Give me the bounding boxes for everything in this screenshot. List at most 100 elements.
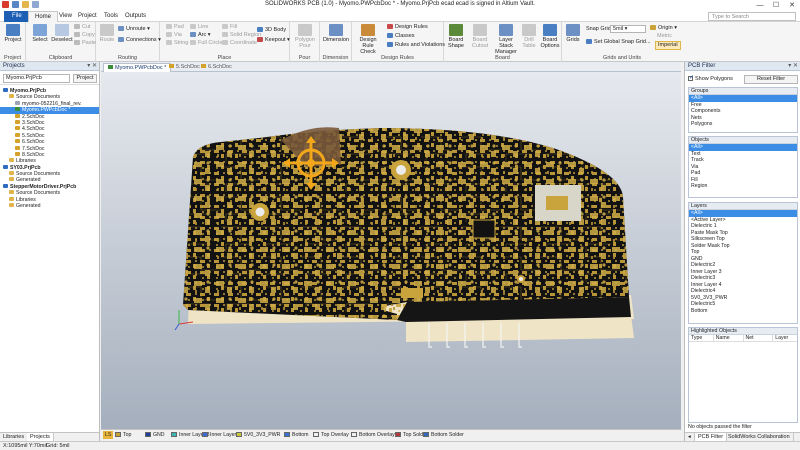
keepout-button[interactable]: Keepout ▾ — [257, 37, 290, 44]
ic-footprint — [472, 219, 496, 239]
copy-button[interactable]: Copy — [74, 32, 95, 39]
groups-list[interactable]: Groups <All> Free Components Nets Polygo… — [688, 87, 798, 133]
pad-button[interactable]: Pad — [166, 24, 184, 31]
tree-folder-item[interactable]: Generated — [0, 203, 99, 209]
search-input[interactable]: Type to Search — [708, 12, 796, 21]
group-project: Project Project — [0, 22, 26, 62]
tree-item-label: Generated — [16, 203, 41, 210]
drill-table-button[interactable]: Drill Table — [519, 24, 539, 49]
layer-tab[interactable]: Bottom — [284, 431, 308, 439]
folder-icon — [9, 203, 14, 208]
metric-toggle[interactable]: Metric — [657, 33, 672, 40]
layer-tab[interactable]: Top — [115, 431, 131, 439]
column-header[interactable]: Type — [689, 335, 714, 341]
tree-item-label: 2.SchDoc — [22, 113, 45, 120]
column-header[interactable]: Net — [744, 335, 774, 341]
tab-file[interactable]: File — [4, 11, 30, 22]
group-place: Pad Via String Line Arc ▾ Full Circle Fi… — [160, 22, 290, 62]
layer-color-swatch — [115, 432, 121, 437]
tab-outputs[interactable]: Outputs — [119, 11, 152, 22]
layers-list[interactable]: Layers <All> <Active Layer> Dielectric 1… — [688, 202, 798, 324]
cut-button[interactable]: Cut — [74, 24, 91, 31]
project-icon — [6, 24, 20, 36]
column-header[interactable]: Name — [714, 335, 744, 341]
layer-tab[interactable]: 5V0_3V3_PWR — [236, 431, 280, 439]
folder-icon — [9, 158, 14, 163]
arc-button[interactable]: Arc ▾ — [190, 32, 211, 39]
drill-table-icon — [522, 24, 536, 36]
classes-button[interactable]: Classes — [387, 33, 415, 40]
panel-pin-icon[interactable]: ▾ ✕ — [87, 62, 97, 71]
project-menu-button[interactable]: Project — [73, 74, 97, 83]
polygon-pour-button[interactable]: Polygon Pour — [291, 24, 319, 49]
board-shape-button[interactable]: Board Shape — [444, 24, 468, 49]
document-icon — [15, 126, 20, 131]
design-rule-check-button[interactable]: Design Rule Check — [354, 24, 382, 55]
connections-button[interactable]: Connections ▾ — [118, 37, 161, 44]
coordinate-button[interactable]: Coordinate — [222, 40, 257, 47]
via-button[interactable]: Via — [166, 32, 182, 39]
doc-tab-sch6[interactable]: 6.SchDoc — [197, 63, 236, 72]
snap-grid-select[interactable]: 5mil ▾ — [610, 25, 646, 33]
layer-set-button[interactable]: LS — [103, 431, 114, 439]
group-dimension: Dimension Dimension — [320, 22, 352, 62]
arc-icon — [190, 32, 196, 37]
column-header[interactable]: Layer — [773, 335, 797, 341]
paste-button[interactable]: Paste — [74, 40, 96, 47]
ribbon: Project Project Select Deselect Cut Copy… — [0, 22, 800, 62]
highlighted-objects-table[interactable]: Highlighted Objects Type Name Net Layer — [688, 327, 798, 423]
dimension-button[interactable]: Dimension — [322, 24, 350, 43]
snap-grid-label: Snap Grid — [586, 26, 611, 32]
projects-header: Projects ▾ ✕ — [0, 62, 99, 71]
board-cutout-button[interactable]: Board Cutout — [468, 24, 492, 49]
design-rules-button[interactable]: Design Rules — [387, 24, 428, 31]
route-button[interactable]: Route — [96, 24, 118, 43]
layer-tab[interactable]: Bottom Overlay — [351, 431, 395, 439]
layer-tab[interactable]: GND — [145, 431, 165, 439]
body-3d-button[interactable]: 3D Body — [257, 27, 286, 34]
panel-close-icon[interactable]: ▾ ✕ — [788, 62, 798, 71]
imperial-toggle[interactable]: Imperial — [655, 41, 681, 50]
layer-tab[interactable]: Top Overlay — [313, 431, 349, 439]
close-button[interactable]: ✕ — [784, 0, 800, 11]
layer-tab[interactable]: Bottom Solder — [423, 431, 464, 439]
maximize-button[interactable]: ☐ — [768, 0, 784, 11]
group-grids-units: Grids Snap Grid 5mil ▾ Set Global Snap G… — [562, 22, 682, 62]
string-button[interactable]: String — [166, 40, 188, 47]
grid-status: Grid: 5mil — [46, 443, 70, 449]
board-options-button[interactable]: Board Options — [538, 24, 562, 49]
tree-item-label: myomo-052216_final_rev. — [22, 100, 82, 107]
select-icon — [33, 24, 47, 36]
pcb-3d-workspace[interactable] — [101, 72, 681, 429]
fill-button[interactable]: Fill — [222, 24, 237, 31]
deselect-button[interactable]: Deselect — [48, 24, 76, 43]
doc-tab-pcb[interactable]: Myomo.PWPcbDoc * — [103, 63, 172, 72]
origin-button[interactable]: Origin ▾ — [650, 25, 677, 32]
group-clipboard: Select Deselect Cut Copy Paste Clipboard — [26, 22, 96, 62]
projects-bottom-tabs: Libraries Projects — [0, 432, 99, 442]
line-icon — [190, 24, 196, 29]
project-toolbar: Myomo.PrjPcb Project — [0, 71, 99, 85]
rules-violations-button[interactable]: Rules and Violations — [387, 42, 445, 49]
solid-region-button[interactable]: Solid Region — [222, 32, 261, 39]
unroute-button[interactable]: Unroute ▾ — [118, 26, 150, 33]
global-snap-button[interactable]: Set Global Snap Grid... — [586, 39, 651, 46]
layer-tab[interactable]: Inner Layer 4 — [202, 431, 241, 439]
show-polygons-checkbox[interactable]: Show Polygons — [688, 74, 733, 83]
project-name-field[interactable]: Myomo.PrjPcb — [3, 74, 70, 83]
list-item[interactable]: Region — [689, 183, 797, 190]
line-button[interactable]: Line — [190, 24, 208, 31]
list-item[interactable] — [689, 314, 797, 321]
project-button[interactable]: Project — [0, 24, 26, 43]
rule-check-icon — [361, 24, 375, 36]
layer-stack-button[interactable]: Layer Stack Manager — [492, 24, 520, 55]
list-item[interactable]: Polygons — [689, 121, 797, 128]
minimize-button[interactable]: — — [752, 0, 768, 11]
document-icon — [15, 107, 20, 112]
full-circle-button[interactable]: Full Circle — [190, 40, 222, 47]
folder-icon — [9, 171, 14, 176]
objects-list[interactable]: Objects <All> Text Track Via Pad Fill Re… — [688, 136, 798, 198]
grids-button[interactable]: Grids — [562, 24, 584, 43]
reset-filter-button[interactable]: Reset Filter — [744, 75, 798, 84]
filter-bottom-tabs: ◂ PCB Filter SolidWorks Collaboration — [685, 432, 800, 442]
